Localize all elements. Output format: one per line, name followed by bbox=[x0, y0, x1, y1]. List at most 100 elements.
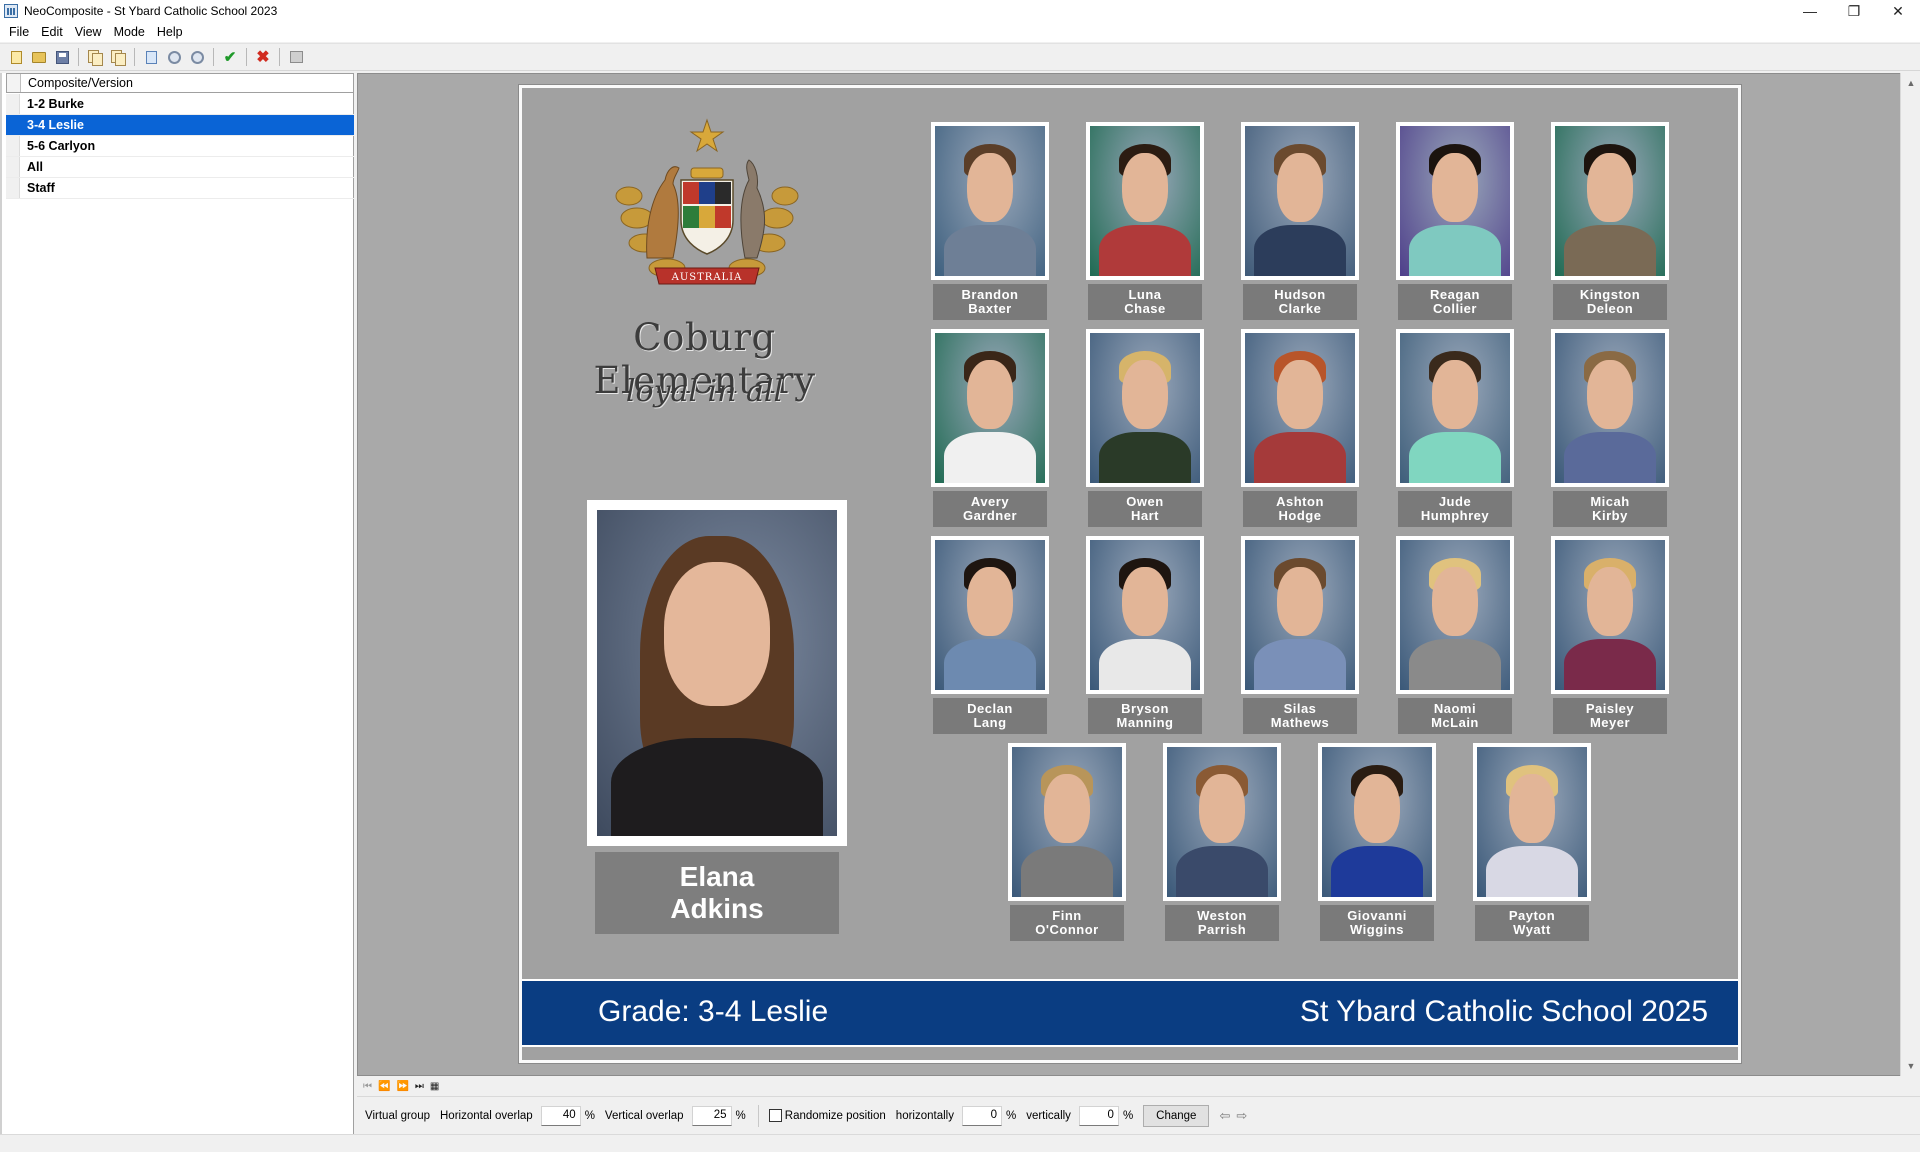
student-card[interactable]: Naomi McLain bbox=[1396, 536, 1514, 734]
student-card[interactable]: Brandon Baxter bbox=[931, 122, 1049, 320]
randomize-position-checkbox[interactable] bbox=[768, 1109, 782, 1122]
student-photo[interactable] bbox=[1163, 743, 1281, 901]
next-arrow-icon[interactable]: ⇨ bbox=[1236, 1108, 1247, 1124]
menu-view[interactable]: View bbox=[69, 25, 108, 39]
horizontally-input[interactable]: 0 bbox=[961, 1105, 1002, 1126]
teacher-photo[interactable] bbox=[587, 500, 847, 846]
previous-arrow-icon[interactable]: ⇦ bbox=[1219, 1108, 1230, 1124]
change-button[interactable]: Change bbox=[1143, 1104, 1210, 1127]
student-card[interactable]: Kingston Deleon bbox=[1551, 122, 1669, 320]
student-card[interactable]: Silas Mathews bbox=[1241, 536, 1359, 734]
approve-button[interactable]: ✔ bbox=[220, 47, 240, 67]
last-page-icon[interactable]: ⏭ bbox=[415, 1081, 424, 1092]
portrait-body bbox=[1098, 432, 1192, 483]
minimize-button[interactable]: — bbox=[1788, 0, 1832, 22]
tree-item-staff[interactable]: Staff bbox=[6, 178, 354, 199]
student-card[interactable]: Luna Chase bbox=[1086, 122, 1204, 320]
link-button[interactable] bbox=[187, 47, 207, 67]
student-card[interactable]: Avery Gardner bbox=[931, 329, 1049, 527]
prev-page-icon[interactable]: ⏪ bbox=[378, 1081, 390, 1092]
student-card[interactable]: Giovanni Wiggins bbox=[1318, 743, 1436, 941]
student-first-name: Avery bbox=[970, 494, 1010, 509]
export-icon bbox=[289, 51, 303, 63]
save-button[interactable] bbox=[52, 47, 72, 67]
student-photo[interactable] bbox=[1241, 122, 1359, 280]
student-nameplate: Hudson Clarke bbox=[1243, 284, 1357, 320]
close-button[interactable]: ✕ bbox=[1876, 0, 1920, 22]
tree-column-header[interactable]: Composite/Version bbox=[6, 73, 354, 93]
virtual-group-label[interactable]: Virtual group bbox=[365, 1110, 430, 1122]
student-first-name: Naomi bbox=[1433, 701, 1477, 716]
student-photo[interactable] bbox=[1396, 122, 1514, 280]
student-card[interactable]: Owen Hart bbox=[1086, 329, 1204, 527]
tree-item-all[interactable]: All bbox=[6, 157, 354, 178]
student-photo[interactable] bbox=[931, 329, 1049, 487]
portrait-body bbox=[1485, 846, 1579, 897]
tree-header-gutter bbox=[7, 74, 21, 92]
vertical-overlap-input[interactable]: 25 bbox=[691, 1105, 732, 1126]
next-page-icon[interactable]: ⏩ bbox=[396, 1081, 408, 1092]
restore-button[interactable]: ❐ bbox=[1832, 0, 1876, 22]
student-card[interactable]: Jude Humphrey bbox=[1396, 329, 1514, 527]
menu-help[interactable]: Help bbox=[151, 25, 189, 39]
copy-button[interactable] bbox=[85, 47, 105, 67]
student-photo[interactable] bbox=[1086, 536, 1204, 694]
student-card[interactable]: Paisley Meyer bbox=[1551, 536, 1669, 734]
student-photo[interactable] bbox=[1551, 122, 1669, 280]
student-photo[interactable] bbox=[1396, 536, 1514, 694]
save-icon bbox=[55, 50, 69, 64]
student-card[interactable]: Hudson Clarke bbox=[1241, 122, 1359, 320]
student-nameplate: Payton Wyatt bbox=[1475, 905, 1589, 941]
import-icon bbox=[145, 50, 157, 64]
menu-file[interactable]: File bbox=[3, 25, 35, 39]
toolbar-separator bbox=[213, 48, 214, 66]
student-card[interactable]: Weston Parrish bbox=[1163, 743, 1281, 941]
student-photo[interactable] bbox=[1551, 536, 1669, 694]
student-card[interactable]: Reagan Collier bbox=[1396, 122, 1514, 320]
student-last-name: McLain bbox=[1431, 715, 1479, 730]
menu-edit[interactable]: Edit bbox=[35, 25, 69, 39]
menu-mode[interactable]: Mode bbox=[108, 25, 151, 39]
vertically-input[interactable]: 0 bbox=[1078, 1105, 1119, 1126]
portrait-face bbox=[1586, 360, 1634, 429]
student-photo[interactable] bbox=[931, 536, 1049, 694]
student-photo[interactable] bbox=[1008, 743, 1126, 901]
scroll-up-icon[interactable]: ▲ bbox=[1901, 75, 1920, 91]
grid-view-icon[interactable]: ▦ bbox=[430, 1081, 439, 1092]
paste-button[interactable] bbox=[108, 47, 128, 67]
scroll-down-icon[interactable]: ▼ bbox=[1901, 1058, 1920, 1074]
open-button[interactable] bbox=[29, 47, 49, 67]
horizontal-overlap-input[interactable]: 40 bbox=[540, 1105, 581, 1126]
student-card[interactable]: Declan Lang bbox=[931, 536, 1049, 734]
student-photo[interactable] bbox=[1241, 536, 1359, 694]
student-photo[interactable] bbox=[1473, 743, 1591, 901]
preview-vertical-scrollbar[interactable]: ▲ ▼ bbox=[1900, 73, 1920, 1076]
student-portrait bbox=[1555, 126, 1665, 276]
export-button[interactable] bbox=[286, 47, 306, 67]
student-card[interactable]: Bryson Manning bbox=[1086, 536, 1204, 734]
first-page-icon[interactable]: ⏮ bbox=[363, 1081, 372, 1092]
student-photo[interactable] bbox=[1086, 329, 1204, 487]
delete-button[interactable]: ✖ bbox=[253, 47, 273, 67]
student-photo[interactable] bbox=[931, 122, 1049, 280]
tree-item-1-2-burke[interactable]: 1-2 Burke bbox=[6, 94, 354, 115]
horizontal-overlap-label: Horizontal overlap bbox=[440, 1109, 533, 1122]
tree-item-3-4-leslie[interactable]: 3-4 Leslie bbox=[6, 115, 354, 136]
student-photo[interactable] bbox=[1318, 743, 1436, 901]
student-photo[interactable] bbox=[1551, 329, 1669, 487]
student-nameplate: Jude Humphrey bbox=[1398, 491, 1512, 527]
student-card[interactable]: Ashton Hodge bbox=[1241, 329, 1359, 527]
import-button[interactable] bbox=[141, 47, 161, 67]
tree-item-5-6-carlyon[interactable]: 5-6 Carlyon bbox=[6, 136, 354, 157]
student-card[interactable]: Finn O'Connor bbox=[1008, 743, 1126, 941]
student-card[interactable]: Micah Kirby bbox=[1551, 329, 1669, 527]
vertically-label: vertically bbox=[1026, 1109, 1071, 1122]
refresh-button[interactable] bbox=[164, 47, 184, 67]
student-portrait bbox=[1245, 126, 1355, 276]
student-card[interactable]: Payton Wyatt bbox=[1473, 743, 1591, 941]
student-photo[interactable] bbox=[1086, 122, 1204, 280]
student-photo[interactable] bbox=[1396, 329, 1514, 487]
new-button[interactable] bbox=[6, 47, 26, 67]
student-photo[interactable] bbox=[1241, 329, 1359, 487]
portrait-body bbox=[1408, 432, 1502, 483]
